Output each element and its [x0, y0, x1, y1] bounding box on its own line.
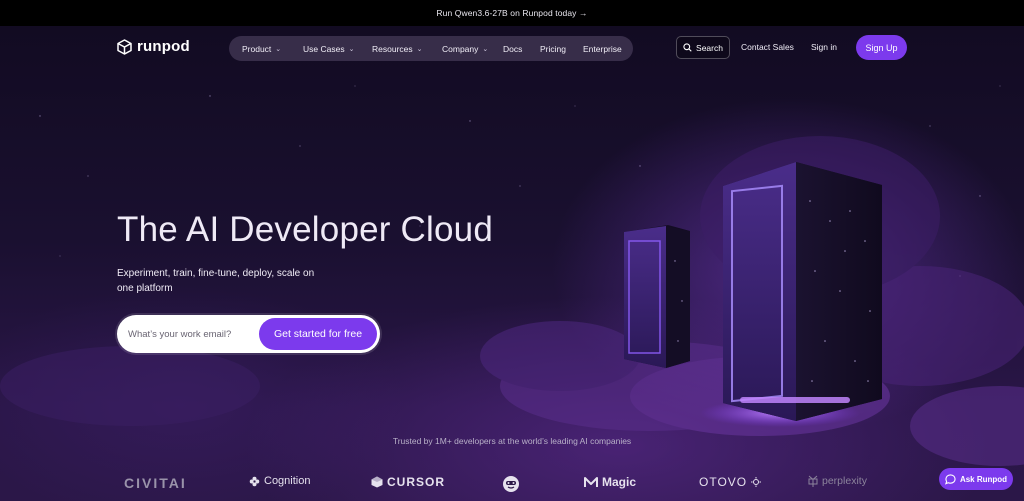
perplexity-icon: [808, 475, 818, 487]
cursor-logo: CURSOR: [371, 475, 445, 489]
cognition-flower-icon: [249, 476, 260, 486]
nav-enterprise[interactable]: Enterprise: [583, 44, 629, 54]
chevron-down-icon: ⌄: [275, 45, 282, 53]
magic-logo-text: Magic: [602, 475, 637, 489]
ask-runpod-button[interactable]: Ask Runpod: [939, 468, 1013, 490]
customer-logos: CIVITAI Cognition CURSOR Magic OTOVO per…: [0, 472, 1024, 496]
mascot-icon: [503, 476, 519, 492]
nav-company[interactable]: Company ⌄: [442, 44, 503, 54]
perplexity-logo: perplexity: [808, 475, 867, 487]
civitai-logo: CIVITAI: [124, 475, 187, 491]
civitai-logo-text: CIVITAI: [124, 475, 187, 491]
get-started-button[interactable]: Get started for free: [259, 318, 377, 350]
get-started-label: Get started for free: [273, 328, 363, 340]
magic-m-icon: [584, 477, 598, 487]
cognition-logo-text: Cognition: [264, 475, 311, 487]
nav-resources[interactable]: Resources ⌄: [372, 44, 442, 54]
sun-icon: [751, 477, 762, 487]
logo-wordmark: runpod: [137, 38, 190, 55]
sign-up-label: Sign Up: [865, 42, 898, 53]
nav-use-cases-label: Use Cases: [303, 43, 345, 54]
sign-up-button[interactable]: Sign Up: [856, 35, 907, 60]
nav-product-label: Product: [242, 43, 272, 54]
email-input[interactable]: [128, 328, 253, 340]
nav-enterprise-label: Enterprise: [583, 43, 622, 54]
search-label: Search: [696, 42, 723, 53]
nav-product[interactable]: Product ⌄: [242, 44, 303, 54]
nav-docs-label: Docs: [503, 43, 523, 54]
hero-title: The AI Developer Cloud: [117, 210, 494, 249]
otovo-logo-text: OTOVO: [699, 475, 748, 489]
nav-docs[interactable]: Docs: [503, 44, 540, 54]
gpu-servers-illustration: [624, 162, 882, 427]
ask-runpod-label: Ask Runpod: [959, 474, 1008, 484]
mascot-logo: [502, 475, 520, 493]
nav-pricing-label: Pricing: [540, 43, 566, 54]
signup-form: Get started for free: [117, 315, 380, 353]
trusted-by-text: Trusted by 1M+ developers at the world’s…: [392, 436, 632, 446]
runpod-cube-icon: [117, 38, 132, 55]
main-nav: Product ⌄ Use Cases ⌄ Resources ⌄ Company ⌄ …: [229, 36, 633, 61]
nav-use-cases[interactable]: Use Cases ⌄: [303, 44, 372, 54]
hero-section: runpod Product ⌄ Use Cases ⌄ Resources ⌄ Co…: [0, 26, 1024, 501]
chevron-down-icon: ⌄: [416, 45, 423, 53]
chevron-down-icon: ⌄: [482, 45, 489, 53]
nav-pricing[interactable]: Pricing: [540, 44, 583, 54]
search-button[interactable]: Search: [676, 36, 730, 59]
chat-bubble-icon: [944, 473, 956, 485]
perplexity-logo-text: perplexity: [822, 475, 867, 487]
sign-in-link[interactable]: Sign in: [811, 42, 837, 52]
cursor-cube-icon: [371, 476, 383, 488]
cognition-logo: Cognition: [249, 475, 310, 487]
nav-resources-label: Resources: [372, 43, 413, 54]
nav-company-label: Company: [442, 43, 479, 54]
chevron-down-icon: ⌄: [348, 45, 355, 53]
hero-subtitle: Experiment, train, fine-tune, deploy, sc…: [117, 268, 315, 294]
otovo-logo: OTOVO: [699, 475, 762, 489]
search-icon: [683, 43, 692, 52]
magic-logo: Magic: [584, 475, 636, 489]
contact-sales-link[interactable]: Contact Sales: [741, 42, 794, 52]
announcement-text[interactable]: Run Qwen3.6-27B on Runpod today →: [436, 8, 587, 18]
runpod-logo[interactable]: runpod: [117, 38, 190, 55]
announcement-bar[interactable]: Run Qwen3.6-27B on Runpod today →: [0, 0, 1024, 26]
cursor-logo-text: CURSOR: [387, 475, 446, 489]
